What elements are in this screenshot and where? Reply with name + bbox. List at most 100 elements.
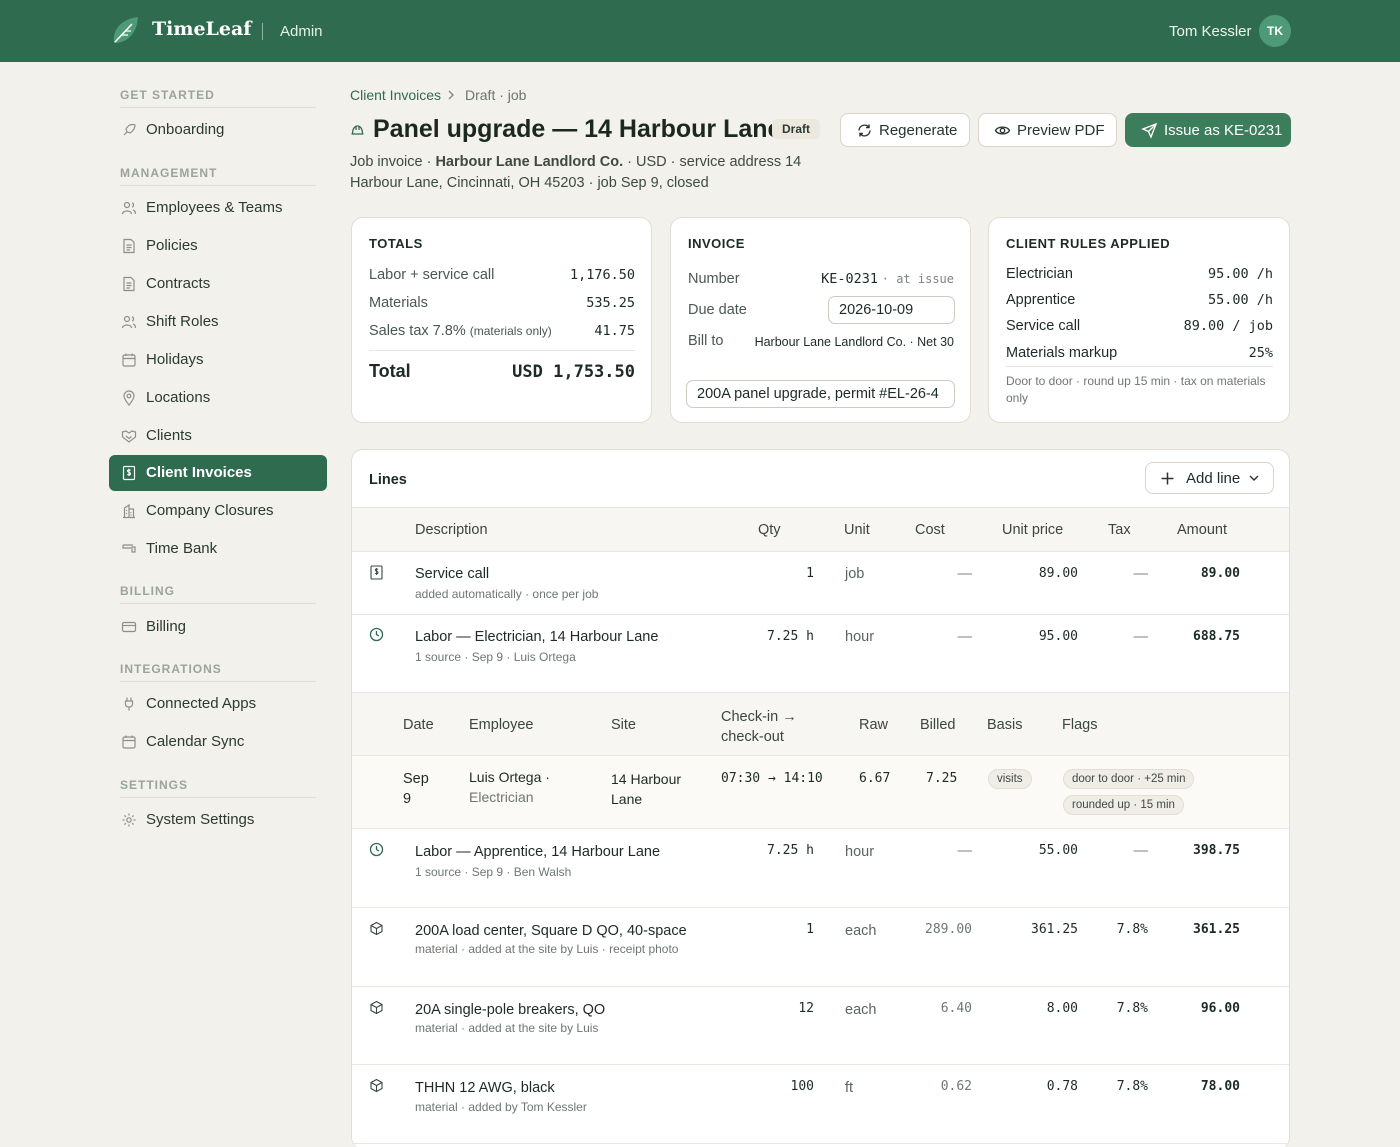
col-unit-price[interactable]: Unit price — [1002, 522, 1063, 538]
users-icon — [121, 201, 137, 215]
src-col-flags: Flags — [1062, 717, 1098, 733]
box-icon — [370, 1000, 383, 1015]
col-cost[interactable]: Cost — [915, 522, 945, 538]
line-tax: — — [1133, 843, 1149, 859]
regenerate-button[interactable]: Regenerate — [840, 113, 970, 147]
table-row[interactable]: Service call added automatically · once … — [352, 552, 1289, 615]
rule-service-call-value: 89.00 / job — [1183, 318, 1273, 334]
line-unit: hour — [845, 629, 875, 645]
issue-label: Issue as KE-0231 — [1164, 122, 1283, 139]
due-date-field[interactable]: 2026-10-09 — [828, 296, 955, 324]
sidebar-item-locations[interactable]: Locations — [109, 380, 327, 416]
lines-card: Lines Add line Description Qty Unit Cost… — [351, 449, 1290, 1147]
line-cost: 6.40 — [940, 1001, 972, 1016]
refresh-icon — [858, 124, 871, 137]
tax-label-text: Sales tax 7.8% — [369, 323, 466, 339]
avatar[interactable]: TK — [1259, 15, 1291, 47]
sidebar-item-label: Shift Roles — [146, 313, 219, 330]
sidebar-item-label: Employees & Teams — [146, 199, 283, 216]
preview-pdf-button[interactable]: Preview PDF — [978, 113, 1117, 147]
bill-to-value[interactable]: Harbour Lane Landlord Co. · Net 30 — [755, 335, 954, 349]
sidebar-item-label: Calendar Sync — [146, 733, 245, 750]
sidebar-item-policies[interactable]: Policies — [109, 228, 327, 264]
bank-icon — [122, 544, 136, 553]
src-col-raw: Raw — [859, 717, 889, 733]
issue-invoice-button[interactable]: Issue as KE-0231 — [1125, 113, 1291, 147]
line-cost: 289.00 — [925, 922, 972, 937]
regenerate-label: Regenerate — [879, 122, 958, 139]
leaf-logo-icon[interactable] — [110, 15, 140, 47]
sidebar-item-holidays[interactable]: Holidays — [109, 342, 327, 378]
sidebar-item-company-closures[interactable]: Company Closures — [109, 493, 327, 529]
sidebar-item-calendar-sync[interactable]: Calendar Sync — [109, 724, 327, 760]
rule-markup-label: Materials markup — [1006, 345, 1118, 361]
line-unit: job — [845, 566, 865, 582]
sidebar-item-contracts[interactable]: Contracts — [109, 266, 327, 302]
line-unit: hour — [845, 844, 875, 860]
sidebar-heading-management: MANAGEMENT — [120, 166, 218, 180]
table-row[interactable]: Labor — Apprentice, 14 Harbour Lane 1 so… — [352, 829, 1289, 908]
sidebar-item-client-invoices[interactable]: Client Invoices — [109, 455, 327, 491]
plug-icon — [124, 697, 134, 711]
line-amount: 688.75 — [1193, 629, 1240, 644]
sidebar-item-clients[interactable]: Clients — [109, 418, 327, 454]
src-billed: 7.25 — [926, 771, 958, 786]
table-row[interactable]: 200A load center, Square D QO, 40-space … — [352, 908, 1289, 987]
invoice-subtitle-line2: Harbour Lane, Cincinnati, OH 45203 · job… — [350, 175, 709, 191]
divider — [1006, 366, 1273, 367]
client-name[interactable]: Harbour Lane Landlord Co. — [435, 154, 623, 170]
source-row[interactable]: Sep 9 Luis Ortega · Electrician 14 Harbo… — [352, 756, 1289, 829]
breadcrumb-parent-link[interactable]: Client Invoices — [350, 87, 441, 103]
line-description: Service call — [415, 566, 490, 582]
sidebar-heading-integrations: INTEGRATIONS — [120, 662, 222, 676]
col-qty[interactable]: Qty — [758, 522, 781, 538]
invoice-icon — [122, 465, 136, 481]
sidebar-item-onboarding[interactable]: Onboarding — [109, 112, 327, 148]
col-description[interactable]: Description — [415, 522, 488, 538]
sidebar-item-connected-apps[interactable]: Connected Apps — [109, 686, 327, 722]
sidebar-item-label: Billing — [146, 618, 187, 635]
line-qty: 100 — [790, 1079, 814, 1094]
line-amount: 361.25 — [1193, 922, 1240, 937]
memo-field[interactable]: 200A panel upgrade, permit #EL-26-4 — [686, 380, 955, 408]
line-subtext: 1 source · Sep 9 · Luis Ortega — [415, 650, 576, 664]
sidebar-item-time-bank[interactable]: Time Bank — [109, 531, 327, 567]
tax-label: Sales tax 7.8% (materials only) — [369, 323, 552, 339]
number-note: · at issue — [881, 272, 954, 286]
line-subtext: 1 source · Sep 9 · Ben Walsh — [415, 865, 572, 879]
line-tax: 7.8% — [1116, 922, 1148, 937]
divider — [120, 107, 316, 108]
sidebar-item-employees-teams[interactable]: Employees & Teams — [109, 190, 327, 226]
handshake-icon — [121, 430, 137, 443]
line-subtext: material · added at the site by Luis · r… — [415, 942, 679, 956]
sidebar-item-label: Locations — [146, 389, 211, 406]
sidebar-item-label: Clients — [146, 427, 192, 444]
brand-name[interactable]: TimeLeaf — [152, 18, 251, 40]
src-raw: 6.67 — [859, 771, 891, 786]
line-description: Labor — Electrician, 14 Harbour Lane — [415, 629, 659, 645]
client-rules-card: CLIENT RULES APPLIED Electrician 95.00 /… — [988, 217, 1290, 423]
sidebar-item-billing[interactable]: Billing — [109, 609, 327, 645]
col-tax[interactable]: Tax — [1108, 522, 1131, 538]
invoice-icon — [370, 565, 383, 580]
line-amount: 89.00 — [1200, 566, 1240, 581]
line-qty: 1 — [806, 566, 814, 581]
add-line-button[interactable]: Add line — [1145, 462, 1274, 494]
sidebar-item-system-settings[interactable]: System Settings — [109, 802, 327, 838]
page-title: Panel upgrade — 14 Harbour Lane — [373, 115, 782, 143]
table-row[interactable]: THHN 12 AWG, black material · added by T… — [352, 1065, 1289, 1144]
table-row[interactable]: Labor — Electrician, 14 Harbour Lane 1 s… — [352, 615, 1289, 692]
user-name[interactable]: Tom Kessler — [1169, 23, 1252, 40]
src-employee[interactable]: Luis Ortega · — [469, 769, 550, 785]
col-unit[interactable]: Unit — [844, 522, 870, 538]
table-row[interactable]: 20A single-pole breakers, QO material · … — [352, 987, 1289, 1065]
due-date-label: Due date — [688, 302, 747, 318]
sidebar-heading-get-started: GET STARTED — [120, 88, 215, 102]
sidebar-item-shift-roles[interactable]: Shift Roles — [109, 304, 327, 340]
line-description: Labor — Apprentice, 14 Harbour Lane — [415, 844, 661, 860]
col-amount[interactable]: Amount — [1177, 522, 1227, 538]
number-value: KE-0231 · at issue — [821, 271, 954, 287]
src-col-employee: Employee — [469, 717, 534, 733]
line-unit-price: 95.00 — [1038, 629, 1078, 644]
tax-note: (materials only) — [469, 324, 552, 338]
